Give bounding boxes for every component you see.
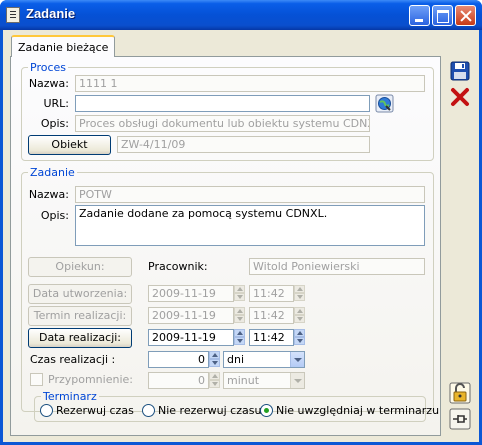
save-icon[interactable] <box>449 60 471 82</box>
data-realizacji-time[interactable]: 11:42 <box>249 329 294 346</box>
przypomnienie-spinner[interactable] <box>209 372 220 389</box>
proces-opis-field[interactable]: Proces obsługi dokumentu lub obiektu sys… <box>75 115 370 132</box>
opiekun-button[interactable]: Opiekun: <box>28 257 132 277</box>
open-url-icon[interactable] <box>375 94 394 113</box>
czas-realizacji-input[interactable]: 0 <box>148 351 209 368</box>
cancel-icon[interactable] <box>449 86 471 108</box>
przypomnienie-input[interactable]: 0 <box>148 372 209 389</box>
przypomnienie-label: Przypomnienie: <box>48 373 133 386</box>
data-utworzenia-time-spinner[interactable] <box>294 285 305 302</box>
window-icon <box>6 7 20 23</box>
czas-realizacji-label: Czas realizacji : <box>30 353 116 366</box>
radio-rezerwuj-czas[interactable] <box>40 404 53 417</box>
data-realizacji-button[interactable]: Data realizacji: <box>28 328 132 348</box>
zadanie-nazwa-field[interactable]: POTW <box>75 186 425 203</box>
window-title: Zadanie <box>26 6 76 21</box>
termin-realizacji-time-spinner[interactable] <box>294 307 305 324</box>
proces-legend: Proces <box>30 61 66 74</box>
proces-url-label: URL: <box>43 97 69 110</box>
chevron-down-icon[interactable] <box>290 352 304 367</box>
czas-realizacji-spinner[interactable] <box>209 351 220 368</box>
data-utworzenia-time[interactable]: 11:42 <box>249 285 294 302</box>
data-utworzenia-date[interactable]: 2009-11-19 <box>148 285 234 302</box>
pin-icon[interactable] <box>449 408 471 430</box>
data-utworzenia-button[interactable]: Data utworzenia: <box>28 284 132 304</box>
radio-rezerwuj-czas-label: Rezerwuj czas <box>56 404 134 417</box>
przypomnienie-unit-select[interactable]: minut <box>223 372 305 389</box>
terminarz-legend: Terminarz <box>43 390 97 403</box>
radio-nie-rezerwuj-czasu-label: Nie rezerwuj czasu <box>158 404 262 417</box>
tab-zadanie-biezace[interactable]: Zadanie bieżące <box>11 35 116 57</box>
data-realizacji-date-spinner[interactable] <box>234 329 245 346</box>
zadanie-opis-textarea[interactable]: Zadanie dodane za pomocą systemu CDNXL. <box>75 205 425 246</box>
czas-realizacji-unit-value: dni <box>227 353 245 366</box>
proces-url-field[interactable] <box>75 95 370 112</box>
dialog-client-area: Zadanie bieżące Proces Nazwa: 1111 1 URL… <box>3 30 479 442</box>
maximize-button[interactable] <box>432 5 453 26</box>
zadanie-nazwa-label: Nazwa: <box>28 188 69 201</box>
zadanie-opis-label: Opis: <box>40 209 69 222</box>
obiekt-button[interactable]: Obiekt <box>28 135 111 155</box>
proces-nazwa-label: Nazwa: <box>28 77 69 90</box>
data-realizacji-time-spinner[interactable] <box>294 329 305 346</box>
obiekt-field[interactable]: ZW-4/11/09 <box>117 136 370 153</box>
close-button[interactable] <box>455 5 476 26</box>
proces-nazwa-field[interactable]: 1111 1 <box>75 75 425 92</box>
radio-nie-rezerwuj-czasu[interactable] <box>142 404 155 417</box>
minimize-button[interactable] <box>409 5 430 26</box>
chevron-down-icon[interactable] <box>290 373 304 388</box>
pracownik-field[interactable]: Witold Poniewierski <box>249 258 425 275</box>
dialog-window: Zadanie Zadanie bieżące Proces Nazwa: 11… <box>0 0 482 445</box>
przypomnienie-checkbox[interactable] <box>30 373 43 386</box>
title-bar[interactable]: Zadanie <box>0 0 482 30</box>
radio-nie-uwzgledniaj-label: Nie uwzględniaj w terminarzu <box>276 404 440 417</box>
tab-panel: Proces Nazwa: 1111 1 URL: Opis: Proces o… <box>10 56 441 436</box>
pracownik-label: Pracownik: <box>148 260 208 273</box>
zadanie-legend: Zadanie <box>30 166 75 179</box>
termin-realizacji-time[interactable]: 11:42 <box>249 307 294 324</box>
data-realizacji-date[interactable]: 2009-11-19 <box>148 329 234 346</box>
czas-realizacji-unit-select[interactable]: dni <box>223 351 305 368</box>
radio-nie-uwzgledniaj[interactable] <box>260 404 273 417</box>
termin-realizacji-button[interactable]: Termin realizacji: <box>28 306 132 326</box>
termin-realizacji-date-spinner[interactable] <box>234 307 245 324</box>
przypomnienie-unit-value: minut <box>227 374 260 387</box>
termin-realizacji-date[interactable]: 2009-11-19 <box>148 307 234 324</box>
unlock-icon[interactable] <box>449 382 471 404</box>
data-utworzenia-date-spinner[interactable] <box>234 285 245 302</box>
proces-opis-label: Opis: <box>40 117 69 130</box>
